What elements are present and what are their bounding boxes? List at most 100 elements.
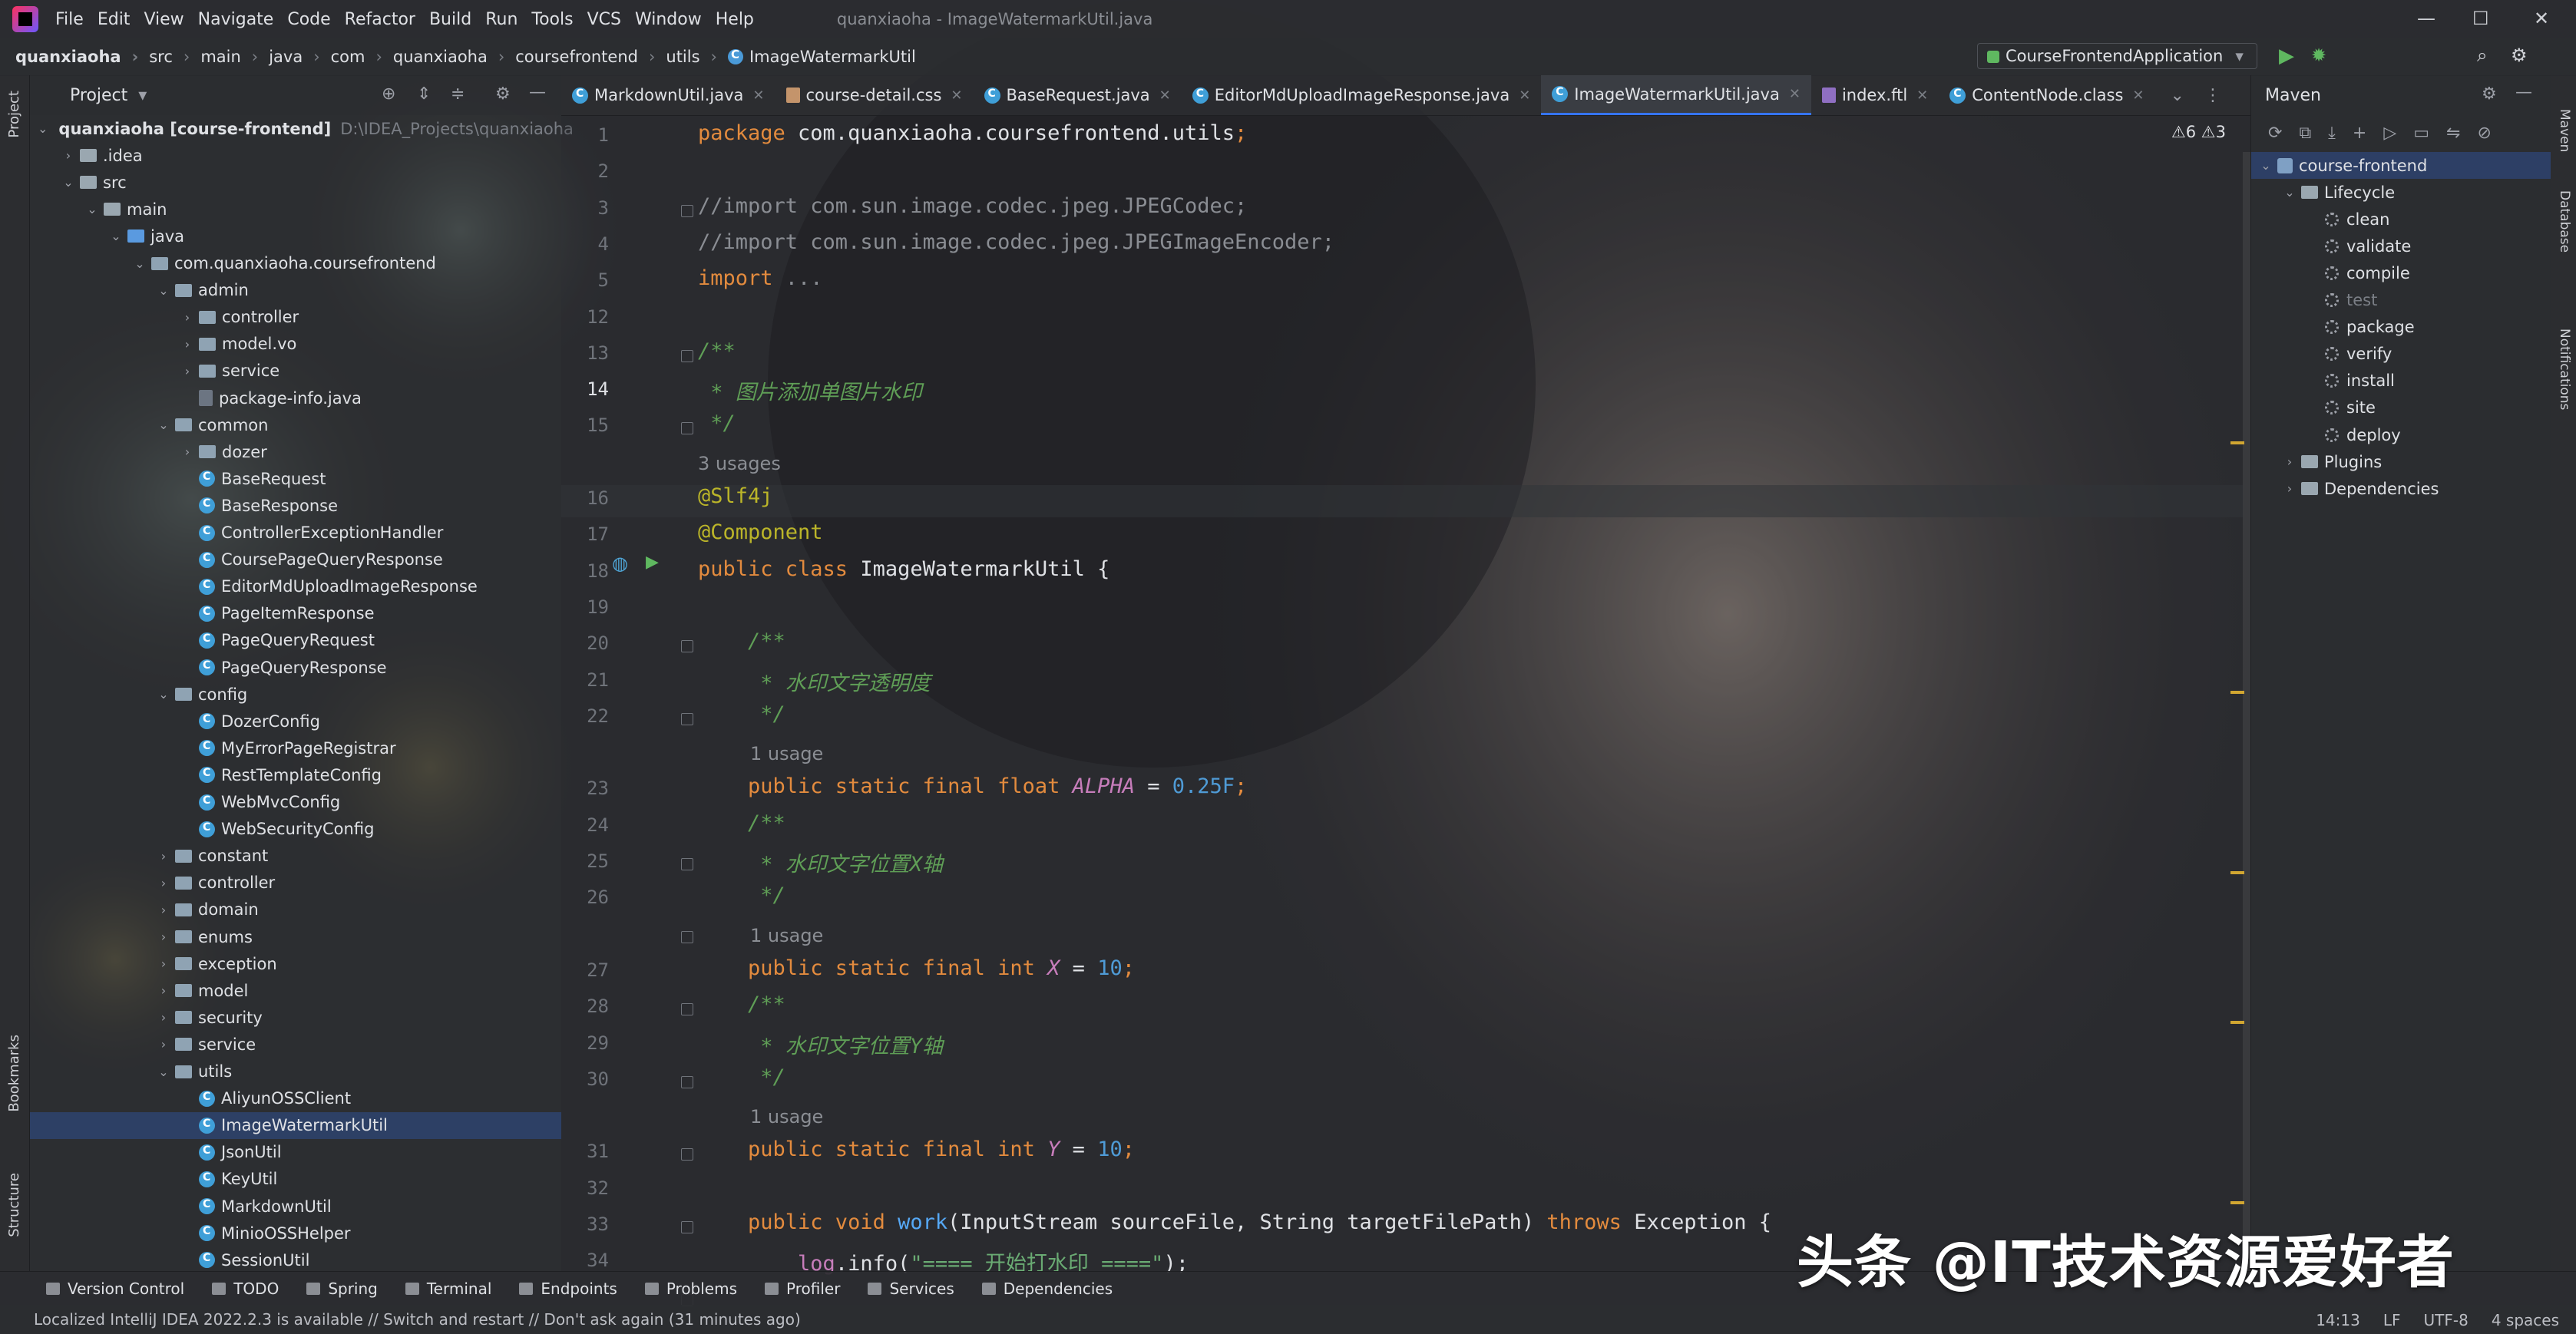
close-tab-icon[interactable]: ✕ (1916, 88, 1928, 104)
chevron-right-icon[interactable]: › (180, 337, 194, 352)
search-icon[interactable]: ⌕ (2477, 45, 2487, 66)
tab-baserequest[interactable]: BaseRequest.java✕ (974, 75, 1182, 115)
tree-item[interactable]: package-info.java (30, 385, 561, 411)
usages-hint[interactable]: 1 usage (750, 1106, 823, 1128)
line-number[interactable]: 28 (561, 996, 609, 1017)
line-number[interactable]: 29 (561, 1032, 609, 1054)
code-line[interactable]: public static final int Y = 10; (698, 1138, 1135, 1161)
fold-marker-icon[interactable] (681, 858, 693, 870)
usages-hint[interactable]: 1 usage (750, 925, 823, 946)
tree-item[interactable]: › constant (30, 843, 561, 870)
chevron-right-icon[interactable]: › (2283, 454, 2297, 469)
line-number[interactable]: 15 (561, 414, 609, 436)
code-line[interactable]: */ (698, 883, 785, 907)
tree-item[interactable]: › service (30, 1031, 561, 1058)
minimize-icon[interactable]: — (2417, 8, 2435, 29)
tree-item[interactable]: › model.vo (30, 331, 561, 358)
menu-navigate[interactable]: Navigate (198, 10, 274, 29)
fold-marker-icon[interactable] (681, 712, 693, 725)
code-line[interactable]: */ (698, 702, 785, 726)
chevron-down-icon[interactable]: ⌄ (85, 202, 99, 216)
tree-item[interactable]: RestTemplateConfig (30, 761, 561, 788)
code-line[interactable]: */ (698, 411, 736, 435)
chevron-down-icon[interactable]: ⌄ (157, 1065, 170, 1079)
close-tab-icon[interactable]: ✕ (1789, 86, 1801, 102)
line-number[interactable]: 12 (561, 306, 609, 328)
fold-marker-icon[interactable] (681, 349, 693, 362)
tree-item[interactable]: ⌄ common (30, 411, 561, 438)
usages-hint[interactable]: 1 usage (750, 743, 823, 764)
tree-item[interactable]: › service (30, 358, 561, 385)
line-number[interactable]: 33 (561, 1213, 609, 1235)
breadcrumb-utils[interactable]: utils › (666, 48, 728, 66)
maven-item[interactable]: site (2251, 395, 2551, 421)
line-number[interactable]: 13 (561, 342, 609, 364)
tab-markdownutil[interactable]: MarkdownUtil.java✕ (561, 75, 775, 115)
line-number[interactable]: 26 (561, 887, 609, 908)
line-number[interactable]: 30 (561, 1068, 609, 1090)
breadcrumb-project[interactable]: quanxiaoha › (15, 48, 149, 66)
gear-icon[interactable]: ⚙ (495, 84, 511, 104)
chevron-right-icon[interactable]: › (157, 956, 170, 971)
chevron-down-icon[interactable]: ⌄ (157, 418, 170, 432)
collapse-all-icon[interactable]: ≑ (451, 84, 465, 104)
terminal-button[interactable]: Terminal (405, 1280, 491, 1298)
maven-item[interactable]: package (2251, 314, 2551, 341)
inspection-widget[interactable]: ⚠6 ⚠3 (2171, 123, 2226, 141)
menu-code[interactable]: Code (287, 10, 330, 29)
chevron-right-icon[interactable]: › (180, 444, 194, 459)
run-maven-icon[interactable]: ▷ (2383, 124, 2396, 143)
tree-item[interactable]: BaseRequest (30, 465, 561, 492)
tree-item[interactable]: ⌄ java (30, 223, 561, 249)
download-icon[interactable]: ⤓ (2328, 124, 2336, 143)
endpoints-button[interactable]: Endpoints (519, 1280, 617, 1298)
settings-gear-icon[interactable]: ⚙ (2511, 45, 2528, 66)
gear-icon[interactable]: ⚙ (2482, 84, 2497, 104)
code-line[interactable]: * 水印文字透明度 (698, 666, 931, 696)
generate-sources-icon[interactable]: ⧉ (2299, 124, 2311, 143)
line-number[interactable]: 27 (561, 959, 609, 981)
notifications-tool-button[interactable]: Notifications (2557, 329, 2572, 410)
fold-marker-icon[interactable] (681, 422, 693, 435)
project-view-select[interactable]: Project (70, 86, 127, 105)
chevron-right-icon[interactable]: › (180, 364, 194, 378)
tree-item[interactable]: ImageWatermarkUtil (30, 1111, 561, 1139)
code-editor[interactable]: ⚠6 ⚠3 1 package com.quanxiaoha.coursefron… (561, 115, 2250, 1306)
chevron-right-icon[interactable]: › (61, 148, 75, 163)
tree-item[interactable]: CoursePageQueryResponse (30, 546, 561, 573)
tree-item[interactable]: AliyunOSSClient (30, 1085, 561, 1112)
close-tab-icon[interactable]: ✕ (1519, 88, 1530, 104)
maven-item[interactable]: install (2251, 368, 2551, 395)
profiler-button[interactable]: Profiler (765, 1280, 840, 1298)
maven-item[interactable]: validate (2251, 233, 2551, 259)
maven-item[interactable]: ⌄ Lifecycle (2251, 179, 2551, 206)
database-tool-button[interactable]: Database (2557, 190, 2572, 253)
breadcrumb-src[interactable]: src › (149, 48, 200, 66)
run-icon[interactable]: ▶ (2279, 45, 2294, 68)
expand-all-icon[interactable]: ⇕ (417, 84, 431, 104)
menu-refactor[interactable]: Refactor (345, 10, 415, 29)
code-line[interactable]: public class ImageWatermarkUtil { (698, 557, 1109, 581)
maven-item[interactable]: › Dependencies (2251, 475, 2551, 502)
fold-marker-icon[interactable] (681, 1221, 693, 1233)
close-tab-icon[interactable]: ✕ (951, 88, 962, 104)
line-number[interactable]: 2 (561, 160, 609, 182)
more-tabs-icon[interactable]: ⋮ (2204, 86, 2221, 105)
chevron-down-icon[interactable]: ⌄ (61, 175, 75, 190)
indent-setting[interactable]: 4 spaces (2492, 1311, 2559, 1329)
chevron-down-icon[interactable]: ⌄ (38, 121, 48, 136)
maven-tool-button[interactable]: Maven (2557, 109, 2572, 152)
code-line[interactable]: package com.quanxiaoha.coursefrontend.ut… (698, 121, 1247, 145)
code-line[interactable]: * 图片添加单图片水印 (698, 375, 922, 405)
tree-item[interactable]: › domain (30, 896, 561, 923)
line-number[interactable]: 18 (561, 560, 609, 582)
tree-item[interactable]: JsonUtil (30, 1139, 561, 1166)
chevron-down-icon[interactable]: ⌄ (157, 687, 170, 702)
tree-item[interactable]: ⌄ admin (30, 277, 561, 304)
line-number[interactable]: 14 (561, 378, 609, 400)
project-tool-button[interactable]: Project (6, 91, 22, 138)
breadcrumb-file[interactable]: ImageWatermarkUtil (727, 48, 916, 66)
line-number[interactable]: 23 (561, 778, 609, 799)
version-control-button[interactable]: Version Control (46, 1280, 184, 1298)
code-line[interactable]: /** (698, 629, 785, 653)
